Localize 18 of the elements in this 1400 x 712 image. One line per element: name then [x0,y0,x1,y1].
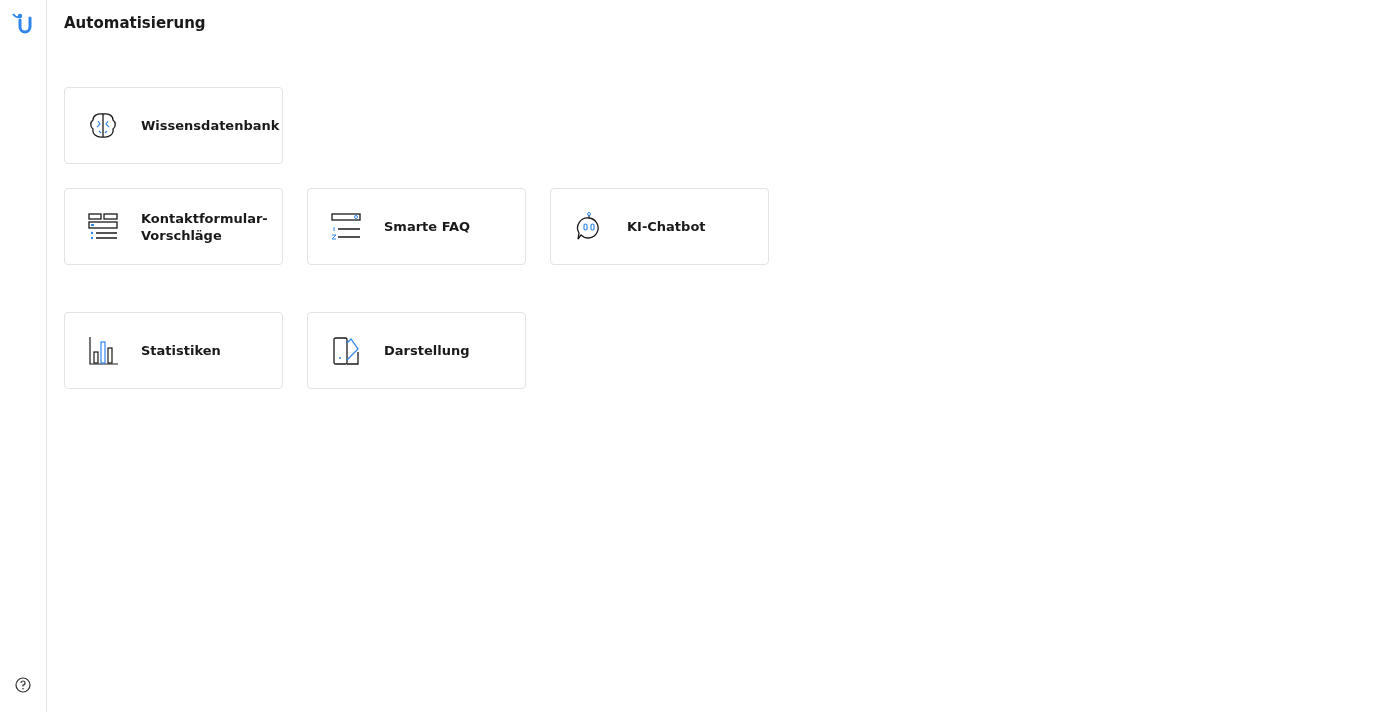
logo-icon[interactable] [12,12,34,34]
card-label: Kontaktformular-Vorschläge [141,209,269,244]
bar-chart-icon [87,334,119,367]
color-swatch-icon [330,334,362,367]
feature-card[interactable]: Statistiken [64,312,283,389]
page-title: Automatisierung [64,13,207,34]
search-list-icon [330,210,362,243]
help-icon[interactable] [15,677,31,693]
card-label: Statistiken [141,342,221,359]
feature-card[interactable]: Darstellung [307,312,526,389]
feature-card[interactable]: Wissensdatenbank [64,87,283,164]
card-label: Smarte FAQ [384,218,471,235]
card-label: Wissensdatenbank [141,117,280,134]
card-label: Darstellung [384,342,470,359]
feature-card[interactable]: Kontaktformular-Vorschläge [64,188,283,265]
card-label: KI-Chatbot [627,218,706,235]
feature-card[interactable]: KI-Chatbot [550,188,769,265]
feature-card[interactable]: Smarte FAQ [307,188,526,265]
